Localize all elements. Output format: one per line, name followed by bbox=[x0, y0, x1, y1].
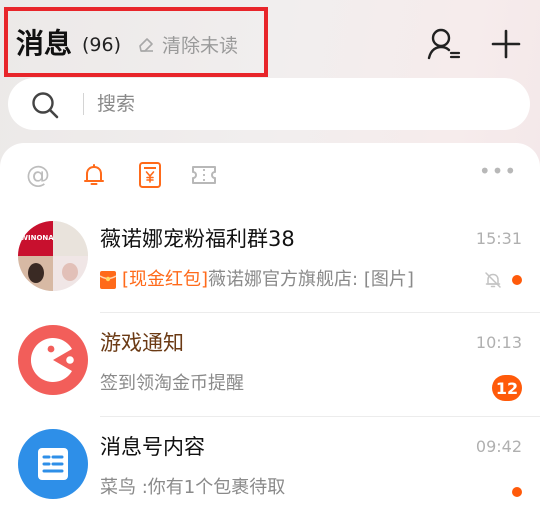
filter-bar: @ ••• bbox=[0, 143, 540, 205]
more-icon: ••• bbox=[478, 159, 518, 183]
pacman-icon bbox=[30, 338, 74, 382]
bell-icon bbox=[84, 164, 104, 185]
group-avatar: WINONA bbox=[18, 221, 88, 291]
header: 消息 (96) 清除未读 bbox=[0, 0, 540, 80]
conversation-row-game-notice[interactable]: 游戏通知 签到领淘金币提醒 10:13 12 bbox=[0, 313, 540, 417]
conversation-preview: [现金红包] 薇诺娜官方旗舰店: [图片] bbox=[100, 267, 414, 293]
unread-dot bbox=[512, 487, 522, 497]
conversation-preview: 菜鸟 :你有1个包裹待取 bbox=[100, 477, 286, 498]
message-list-card: @ ••• WINONA 薇诺娜宠粉福利群38 [现金红包] 薇诺娜官方旗舰店:… bbox=[0, 143, 540, 523]
ticket-icon bbox=[192, 166, 216, 184]
search-bar[interactable]: 搜索 bbox=[8, 78, 530, 130]
search-divider bbox=[83, 93, 84, 115]
page-title: 消息 bbox=[16, 27, 73, 60]
search-placeholder: 搜索 bbox=[97, 93, 136, 115]
transaction-filter[interactable] bbox=[136, 161, 164, 189]
conversation-time: 15:31 bbox=[475, 229, 522, 248]
more-filters-button[interactable]: ••• bbox=[479, 157, 516, 185]
preview-text: 薇诺娜官方旗舰店: [图片] bbox=[208, 269, 414, 290]
unread-count: (96) bbox=[82, 34, 122, 56]
unread-dot bbox=[512, 275, 522, 285]
document-icon bbox=[38, 448, 68, 480]
search-icon bbox=[32, 92, 59, 119]
conversation-row-winona-group[interactable]: WINONA 薇诺娜宠粉福利群38 [现金红包] 薇诺娜官方旗舰店: [图片] … bbox=[0, 209, 540, 313]
at-icon: @ bbox=[26, 161, 50, 189]
conversation-name: 薇诺娜宠粉福利群38 bbox=[100, 227, 295, 251]
add-icon[interactable] bbox=[488, 26, 524, 62]
conversation-name: 消息号内容 bbox=[100, 435, 205, 459]
eraser-icon bbox=[139, 38, 153, 52]
mention-filter[interactable]: @ bbox=[24, 161, 52, 189]
unread-badge: 12 bbox=[492, 375, 522, 401]
conversation-name: 游戏通知 bbox=[100, 331, 184, 355]
yen-receipt-icon bbox=[139, 162, 161, 188]
game-avatar bbox=[18, 325, 88, 395]
message-account-avatar bbox=[18, 429, 88, 499]
notification-filter[interactable] bbox=[80, 161, 108, 189]
cash-red-packet-tag: [现金红包] bbox=[122, 269, 209, 290]
avatar-brand-text: WINONA bbox=[20, 234, 54, 242]
contacts-icon[interactable] bbox=[426, 26, 462, 62]
conversation-preview: 签到领淘金币提醒 bbox=[100, 373, 244, 394]
clear-unread-label: 清除未读 bbox=[162, 34, 239, 57]
conversation-row-message-account[interactable]: 消息号内容 菜鸟 :你有1个包裹待取 09:42 bbox=[0, 417, 540, 521]
coupon-filter[interactable] bbox=[190, 161, 218, 189]
mute-bell-icon bbox=[485, 272, 501, 288]
conversation-time: 09:42 bbox=[475, 437, 522, 456]
conversation-time: 10:13 bbox=[475, 333, 522, 352]
clear-unread-button[interactable]: 清除未读 bbox=[136, 31, 238, 57]
red-packet-icon bbox=[100, 271, 116, 289]
